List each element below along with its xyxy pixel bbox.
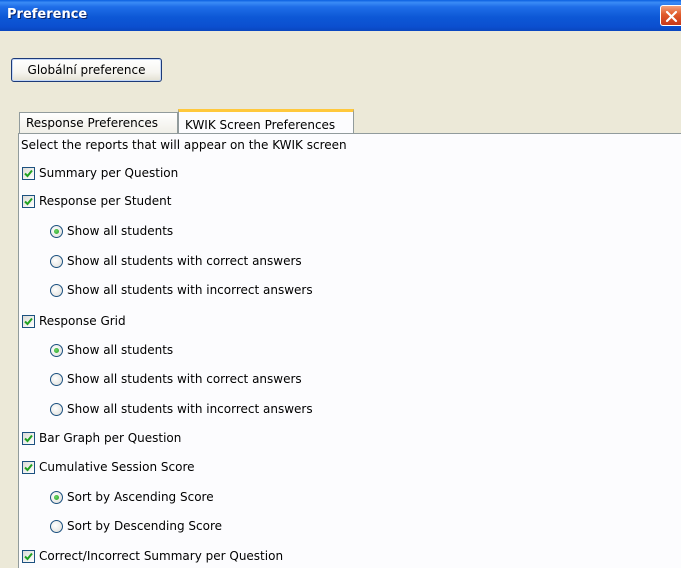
radio-selected[interactable]	[50, 490, 63, 504]
checkbox-label: Cumulative Session Score	[39, 460, 195, 474]
checkbox-checked[interactable]	[22, 431, 35, 445]
report-option-row[interactable]: Sort by Ascending Score	[49, 488, 214, 506]
checkbox-checked[interactable]	[22, 549, 35, 563]
report-checkbox-row[interactable]: Summary per Question	[22, 164, 178, 182]
checkbox-label: Response Grid	[39, 314, 126, 328]
radio-unselected[interactable]	[50, 283, 63, 297]
report-option-row[interactable]: Show all students with correct answers	[49, 252, 302, 270]
radio-label: Show all students with correct answers	[67, 254, 302, 268]
report-option-row[interactable]: Show all students	[49, 341, 173, 359]
report-checkbox-row[interactable]: Cumulative Session Score	[22, 458, 195, 476]
checkmark-icon	[24, 552, 33, 560]
checkmark-icon	[24, 317, 33, 325]
checkbox-checked[interactable]	[22, 314, 35, 328]
report-option-row[interactable]: Sort by Descending Score	[49, 517, 222, 535]
radio-selected[interactable]	[50, 224, 63, 238]
radio-unselected[interactable]	[50, 254, 63, 268]
report-option-row[interactable]: Show all students with correct answers	[49, 370, 302, 388]
report-checkbox-row[interactable]: Correct/Incorrect Summary per Question	[22, 547, 283, 565]
checkmark-icon	[24, 463, 33, 471]
radio-label: Sort by Ascending Score	[67, 490, 214, 504]
close-button[interactable]	[660, 5, 681, 26]
checkbox-label: Response per Student	[39, 194, 172, 208]
checkbox-label: Correct/Incorrect Summary per Question	[39, 549, 284, 563]
kwik-preferences-panel: Select the reports that will appear on t…	[18, 133, 681, 568]
report-checkbox-row[interactable]: Response Grid	[22, 312, 126, 330]
radio-label: Show all students with incorrect answers	[67, 283, 313, 297]
global-preference-button[interactable]: Globální preference	[11, 58, 162, 82]
title-bar: Preference	[0, 0, 681, 31]
tab-response-preferences[interactable]: Response Preferences	[19, 112, 178, 133]
window-title: Preference	[7, 7, 88, 22]
panel-description: Select the reports that will appear on t…	[21, 138, 347, 152]
report-option-row[interactable]: Show all students with incorrect answers	[49, 281, 313, 299]
checkbox-label: Bar Graph per Question	[39, 431, 182, 445]
report-option-row[interactable]: Show all students	[49, 222, 173, 240]
checkmark-icon	[24, 169, 33, 177]
report-checkbox-row[interactable]: Bar Graph per Question	[22, 429, 181, 447]
radio-label: Show all students	[67, 224, 174, 238]
checkbox-checked[interactable]	[22, 194, 35, 208]
radio-label: Show all students	[67, 343, 174, 357]
radio-unselected[interactable]	[50, 402, 63, 416]
report-option-row[interactable]: Show all students with incorrect answers	[49, 400, 313, 418]
radio-unselected[interactable]	[50, 519, 63, 533]
checkmark-icon	[24, 434, 33, 442]
radio-selected[interactable]	[50, 343, 63, 357]
report-checkbox-row[interactable]: Response per Student	[22, 192, 171, 210]
checkbox-checked[interactable]	[22, 166, 35, 180]
radio-unselected[interactable]	[50, 372, 63, 386]
checkbox-checked[interactable]	[22, 460, 35, 474]
radio-label: Show all students with correct answers	[67, 372, 302, 386]
radio-label: Sort by Descending Score	[67, 519, 223, 533]
checkbox-label: Summary per Question	[39, 166, 179, 180]
close-icon	[665, 10, 678, 23]
checkmark-icon	[24, 197, 33, 205]
radio-label: Show all students with incorrect answers	[67, 402, 313, 416]
tab-kwik-screen-preferences[interactable]: KWIK Screen Preferences	[178, 109, 354, 134]
